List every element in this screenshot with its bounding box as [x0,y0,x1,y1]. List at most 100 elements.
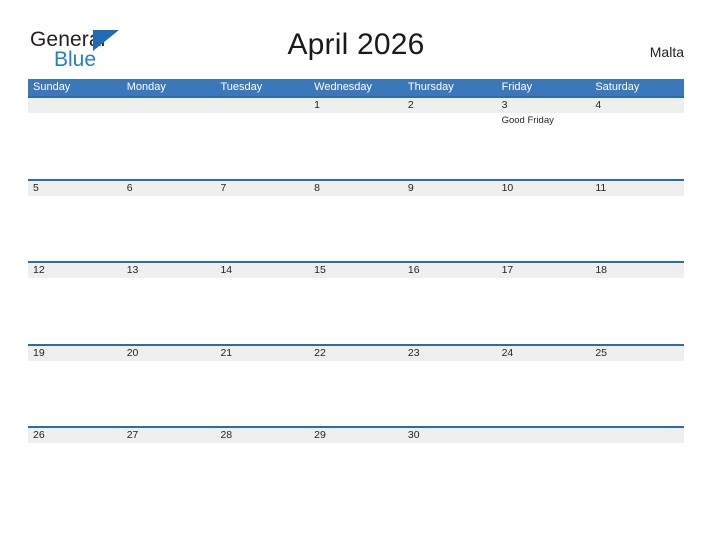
day-cell[interactable]: 13 [122,263,216,344]
weekday-header-tuesday: Tuesday [220,81,263,93]
day-events [127,443,211,445]
day-cell[interactable]: 12 [28,263,122,344]
day-number: 13 [126,264,139,276]
day-cell[interactable] [590,428,684,509]
page-title: April 2026 [287,28,425,61]
day-cell[interactable]: 18 [590,263,684,344]
day-events [595,361,679,363]
day-number: 18 [595,264,607,276]
day-events [33,361,117,363]
day-number: 10 [501,181,514,194]
day-cell[interactable]: 11 [590,181,684,262]
day-number: 2 [407,99,414,111]
day-number: 25 [595,346,607,359]
day-cell[interactable]: 14 [215,263,309,344]
weekday-header-wednesday: Wednesday [314,81,373,93]
day-events [220,443,304,445]
day-cell[interactable]: 1 [309,98,403,179]
calendar-week-row: 19 20 21 22 23 24 25 [28,343,684,427]
day-cell[interactable]: 19 [28,346,122,427]
region-label: Malta [649,44,684,60]
day-number: 4 [595,99,602,111]
day-number: 22 [314,346,326,359]
day-number: 12 [33,264,45,276]
day-number: 11 [595,181,607,194]
day-cell[interactable] [497,428,591,509]
day-number: 8 [314,181,320,194]
day-cell[interactable]: 7 [215,181,309,262]
day-cell[interactable]: 30 [403,428,497,509]
page-header: General Blue April 2026 Malta [0,0,712,71]
day-events [314,443,398,445]
day-events [127,113,211,115]
weekday-header-monday: Monday [126,81,166,93]
week-day-cells: 1 2 3 Good Friday 4 [28,98,684,179]
day-cell[interactable]: 20 [122,346,216,427]
day-cell[interactable]: 2 [403,98,497,179]
day-events [127,278,211,280]
weekday-header-sunday: Sunday [33,81,71,93]
day-events [595,196,679,198]
day-cell[interactable]: 17 [497,263,591,344]
weekday-header-row: Sunday Monday Tuesday Wednesday Thursday… [28,79,684,96]
day-cell[interactable] [215,98,309,179]
day-events [314,196,398,198]
day-events [220,361,304,363]
day-events [314,113,398,115]
week-day-cells: 12 13 14 15 16 17 18 [28,263,684,344]
calendar-week-row: 5 6 7 8 9 10 11 [28,178,684,262]
day-cell[interactable]: 29 [309,428,403,509]
day-events [220,113,304,115]
day-cell[interactable]: 25 [590,346,684,427]
day-events [220,196,304,198]
day-event-label: Good Friday [501,115,554,126]
day-cell[interactable] [122,98,216,179]
day-cell[interactable]: 23 [403,346,497,427]
week-day-cells: 5 6 7 8 9 10 11 [28,181,684,262]
day-events [33,443,117,445]
day-cell[interactable]: 8 [309,181,403,262]
day-cell[interactable]: 28 [215,428,309,509]
day-cell[interactable] [28,98,122,179]
day-cell[interactable]: 22 [309,346,403,427]
day-events [595,443,679,445]
calendar-week-row: 12 13 14 15 16 17 18 [28,261,684,344]
day-cell[interactable]: 10 [497,181,591,262]
day-number: 6 [126,181,133,194]
day-number: 20 [126,346,139,359]
day-cell[interactable]: 15 [309,263,403,344]
weekday-header-friday: Friday [501,81,533,93]
calendar-page: General Blue April 2026 Malta Sunday Mon… [0,0,712,550]
day-events: Good Friday [502,113,586,127]
day-cell[interactable]: 3 Good Friday [497,98,591,179]
day-cell[interactable]: 9 [403,181,497,262]
day-number: 30 [407,429,420,441]
day-events [220,278,304,280]
day-cell[interactable]: 6 [122,181,216,262]
day-number: 27 [126,429,139,441]
day-cell[interactable]: 27 [122,428,216,509]
day-number: 7 [220,181,227,194]
day-cell[interactable]: 21 [215,346,309,427]
day-cell[interactable]: 16 [403,263,497,344]
day-number: 28 [220,429,233,441]
day-number: 26 [33,429,45,441]
day-number: 5 [33,181,39,194]
day-number: 15 [314,264,326,276]
day-number: 29 [314,429,326,441]
calendar-grid: Sunday Monday Tuesday Wednesday Thursday… [28,79,684,509]
weekday-header-saturday: Saturday [595,81,640,93]
day-events [33,278,117,280]
day-cell[interactable]: 5 [28,181,122,262]
week-day-cells: 19 20 21 22 23 24 25 [28,346,684,427]
day-events [408,443,492,445]
day-number: 21 [220,346,233,359]
day-number: 1 [314,99,320,111]
week-day-cells: 26 27 28 29 30 [28,428,684,509]
day-number: 16 [407,264,420,276]
day-cell[interactable]: 26 [28,428,122,509]
day-cell[interactable]: 24 [497,346,591,427]
day-events [33,113,117,115]
day-events [408,113,492,115]
day-cell[interactable]: 4 [590,98,684,179]
